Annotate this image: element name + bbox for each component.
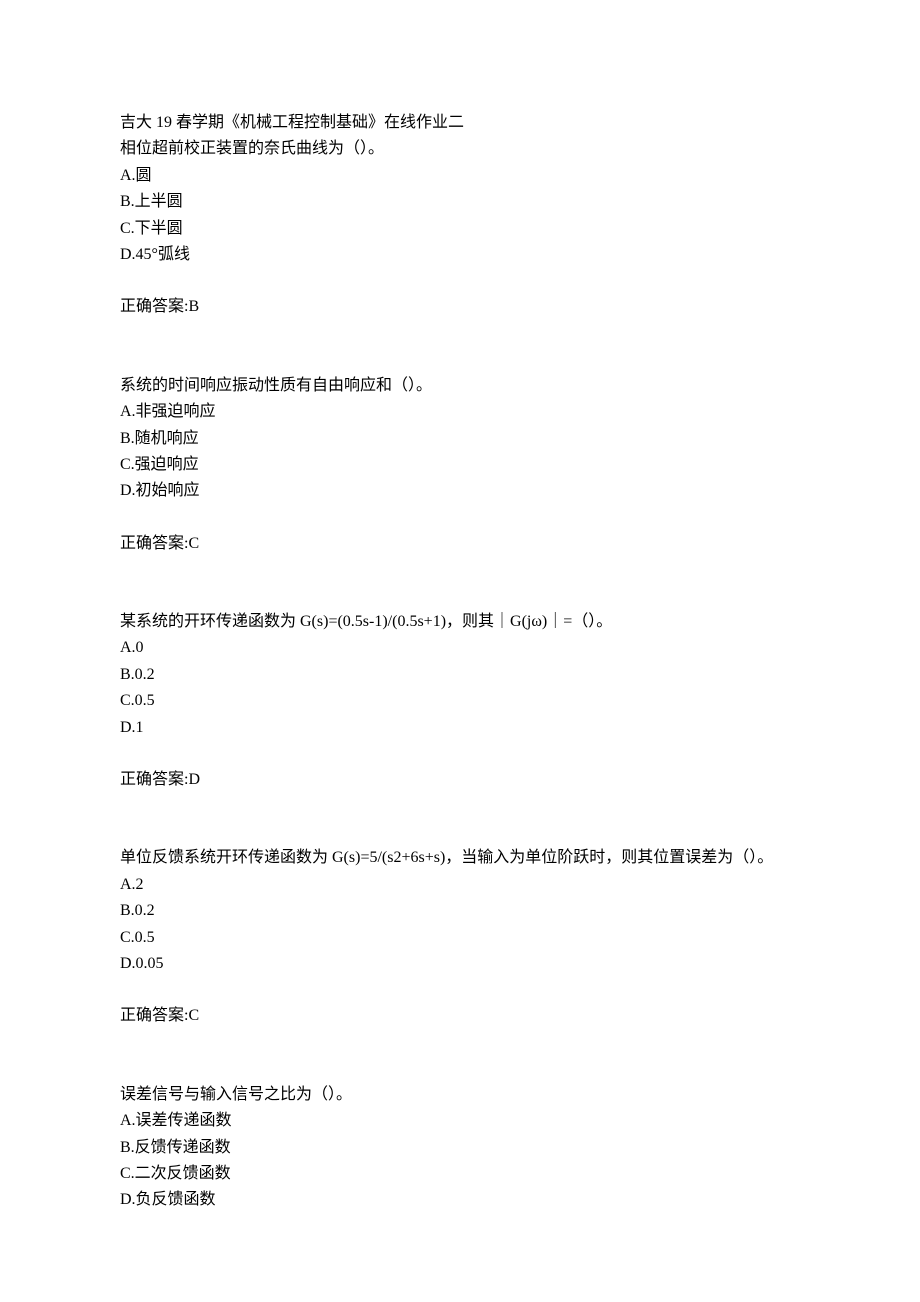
option-d: D.0.05 xyxy=(120,951,800,977)
option-c: C.下半圆 xyxy=(120,216,800,242)
option-a: A.0 xyxy=(120,635,800,661)
option-c: C.0.5 xyxy=(120,688,800,714)
option-c: C.二次反馈函数 xyxy=(120,1161,800,1187)
option-a: A.非强迫响应 xyxy=(120,399,800,425)
question-block: 某系统的开环传递函数为 G(s)=(0.5s-1)/(0.5s+1)，则其｜G(… xyxy=(120,609,800,793)
option-b: B.上半圆 xyxy=(120,189,800,215)
question-text: 误差信号与输入信号之比为（）。 xyxy=(120,1082,800,1108)
question-text: 某系统的开环传递函数为 G(s)=(0.5s-1)/(0.5s+1)，则其｜G(… xyxy=(120,609,800,635)
question-block: 系统的时间响应振动性质有自由响应和（）。 A.非强迫响应 B.随机响应 C.强迫… xyxy=(120,373,800,557)
option-c: C.0.5 xyxy=(120,925,800,951)
option-a: A.误差传递函数 xyxy=(120,1108,800,1134)
question-text: 系统的时间响应振动性质有自由响应和（）。 xyxy=(120,373,800,399)
option-d: D.负反馈函数 xyxy=(120,1187,800,1213)
option-b: B.0.2 xyxy=(120,898,800,924)
question-text: 单位反馈系统开环传递函数为 G(s)=5/(s2+6s+s)，当输入为单位阶跃时… xyxy=(120,845,800,871)
question-block: 相位超前校正装置的奈氏曲线为（）。 A.圆 B.上半圆 C.下半圆 D.45°弧… xyxy=(120,136,800,320)
correct-answer: 正确答案:C xyxy=(120,1003,800,1029)
correct-answer: 正确答案:D xyxy=(120,767,800,793)
option-b: B.随机响应 xyxy=(120,426,800,452)
option-a: A.圆 xyxy=(120,163,800,189)
document-title: 吉大 19 春学期《机械工程控制基础》在线作业二 xyxy=(120,110,800,136)
option-b: B.0.2 xyxy=(120,662,800,688)
option-a: A.2 xyxy=(120,872,800,898)
question-text: 相位超前校正装置的奈氏曲线为（）。 xyxy=(120,136,800,162)
option-d: D.初始响应 xyxy=(120,478,800,504)
option-b: B.反馈传递函数 xyxy=(120,1135,800,1161)
option-c: C.强迫响应 xyxy=(120,452,800,478)
question-block: 误差信号与输入信号之比为（）。 A.误差传递函数 B.反馈传递函数 C.二次反馈… xyxy=(120,1082,800,1214)
question-block: 单位反馈系统开环传递函数为 G(s)=5/(s2+6s+s)，当输入为单位阶跃时… xyxy=(120,845,800,1029)
correct-answer: 正确答案:B xyxy=(120,294,800,320)
option-d: D.1 xyxy=(120,715,800,741)
option-d: D.45°弧线 xyxy=(120,242,800,268)
correct-answer: 正确答案:C xyxy=(120,531,800,557)
